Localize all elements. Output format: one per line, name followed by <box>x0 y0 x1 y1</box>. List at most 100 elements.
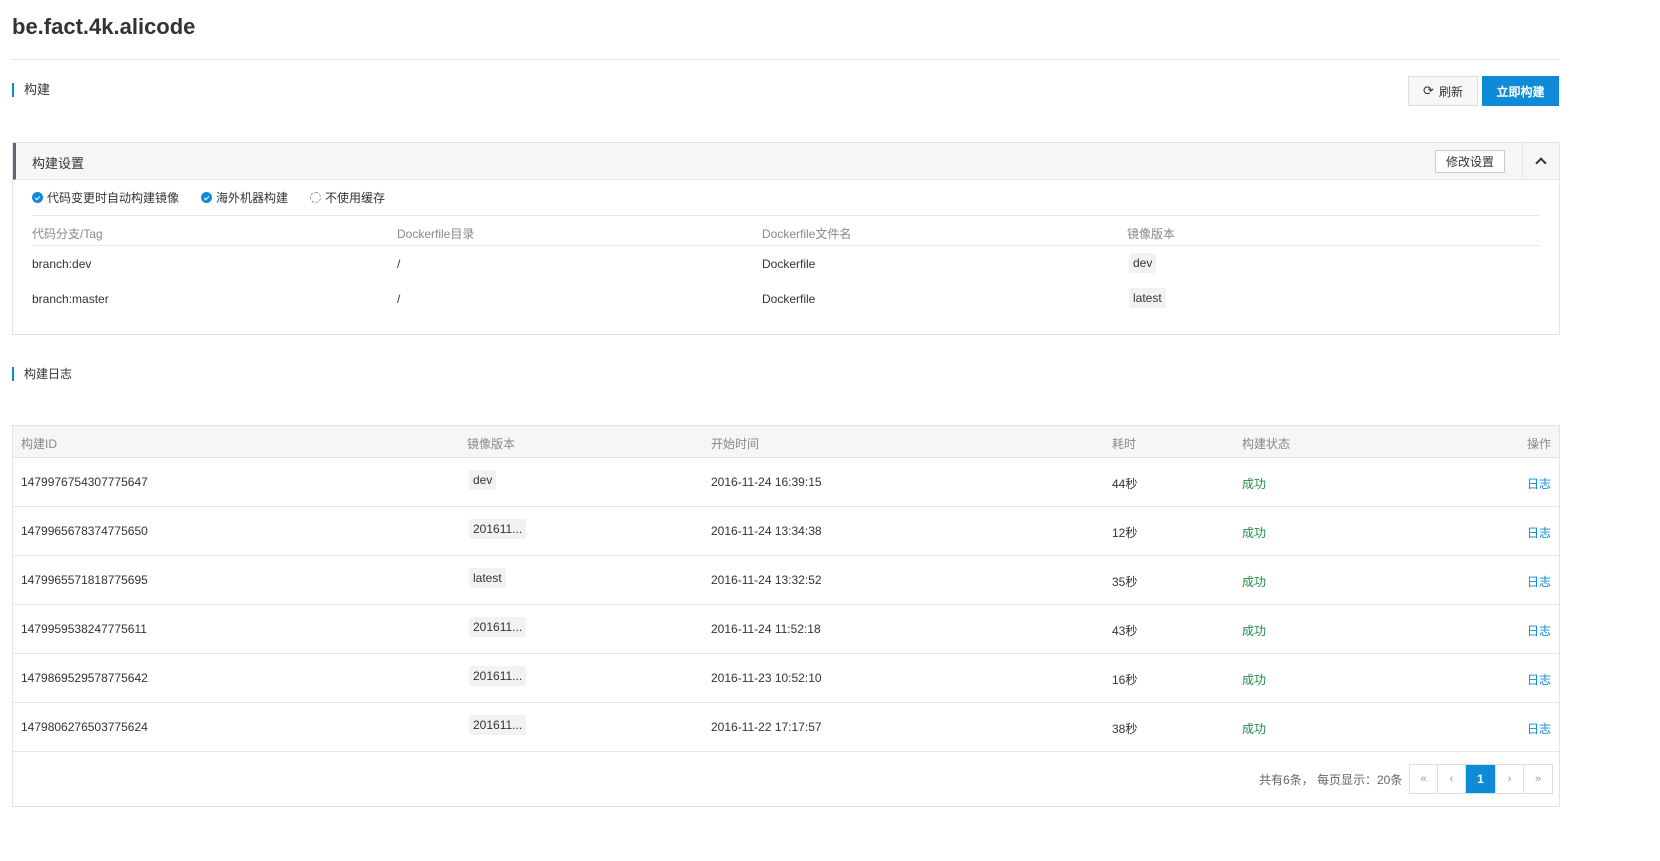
log-link[interactable]: 日志 <box>1527 671 1551 688</box>
build-id: 1479959538247775611 <box>21 622 147 636</box>
version-tag: dev <box>469 470 497 490</box>
build-id: 1479806276503775624 <box>21 720 148 734</box>
log-section-heading: 构建日志 <box>12 367 72 381</box>
first-page-button[interactable]: « <box>1410 765 1438 793</box>
table-row: 1479806276503775624 201611... 2016-11-22… <box>13 703 1559 752</box>
rule-version: latest <box>1129 288 1166 308</box>
table-row: 1479965571818775695 latest 2016-11-24 13… <box>13 556 1559 605</box>
log-link[interactable]: 日志 <box>1527 573 1551 590</box>
version-tag: dev <box>1129 253 1157 273</box>
table-row: 1479965678374775650 201611... 2016-11-24… <box>13 507 1559 556</box>
refresh-icon: ⟳ <box>1423 83 1434 98</box>
version-tag: 201611... <box>469 519 527 539</box>
page-title: be.fact.4k.alicode <box>12 14 196 39</box>
version-cell: latest <box>469 568 506 588</box>
checkbox-checked-icon <box>32 192 43 203</box>
build-id: 1479965571818775695 <box>21 573 148 587</box>
version-tag: latest <box>469 568 506 588</box>
duration: 43秒 <box>1112 624 1138 638</box>
col-header-version: 镜像版本 <box>467 437 516 451</box>
duration: 16秒 <box>1112 673 1138 687</box>
rule-file: Dockerfile <box>762 257 816 271</box>
build-id: 1479976754307775647 <box>21 475 148 489</box>
refresh-label: 刷新 <box>1438 84 1463 99</box>
edit-settings-button[interactable]: 修改设置 <box>1435 150 1505 173</box>
status-badge: 成功 <box>1242 477 1267 491</box>
settings-title: 构建设置 <box>32 156 85 171</box>
start-time: 2016-11-24 11:52:18 <box>711 622 821 636</box>
status-badge: 成功 <box>1242 624 1267 638</box>
option-label: 海外机器构建 <box>216 191 289 205</box>
table-row: 1479959538247775611 201611... 2016-11-24… <box>13 605 1559 654</box>
build-section-heading: 构建 <box>12 83 50 97</box>
start-time: 2016-11-24 13:34:38 <box>711 524 822 538</box>
rule-dir: / <box>397 292 401 306</box>
start-time: 2016-11-22 17:17:57 <box>711 720 822 734</box>
table-header: 构建ID 镜像版本 开始时间 耗时 构建状态 操作 <box>13 426 1559 458</box>
checkbox-unchecked-icon <box>310 192 322 203</box>
build-settings-panel: 构建设置 修改设置 代码变更时自动构建镜像 海外机器构建 不使用缓存 代码分支/… <box>12 142 1560 335</box>
table-row: 1479976754307775647 dev 2016-11-24 16:39… <box>13 458 1559 507</box>
col-header-duration: 耗时 <box>1112 437 1137 451</box>
collapse-button[interactable] <box>1522 143 1559 179</box>
duration: 12秒 <box>1112 526 1138 540</box>
rule-branch: branch:master <box>32 292 109 306</box>
col-header-file: Dockerfile文件名 <box>762 227 852 241</box>
rule-branch: branch:dev <box>32 257 92 271</box>
last-page-button[interactable]: » <box>1524 765 1552 793</box>
divider <box>32 215 1540 216</box>
col-header-status: 构建状态 <box>1242 437 1291 451</box>
option-auto-build[interactable]: 代码变更时自动构建镜像 <box>32 189 179 206</box>
status-badge: 成功 <box>1242 722 1267 736</box>
option-no-cache[interactable]: 不使用缓存 <box>310 189 385 206</box>
status-badge: 成功 <box>1242 575 1267 589</box>
version-tag: 201611... <box>469 617 527 637</box>
col-header-start: 开始时间 <box>711 437 760 451</box>
start-time: 2016-11-23 10:52:10 <box>711 671 822 685</box>
build-id: 1479869529578775642 <box>21 671 148 685</box>
start-time: 2016-11-24 16:39:15 <box>711 475 822 489</box>
start-time: 2016-11-24 13:32:52 <box>711 573 822 587</box>
pagination: « ‹ 1 › » <box>1409 764 1553 794</box>
version-tag: 201611... <box>469 715 527 735</box>
build-now-button[interactable]: 立即构建 <box>1482 76 1559 106</box>
option-label: 代码变更时自动构建镜像 <box>47 191 180 205</box>
log-link[interactable]: 日志 <box>1527 720 1551 737</box>
version-cell: dev <box>469 470 497 490</box>
duration: 35秒 <box>1112 575 1138 589</box>
col-header-branch: 代码分支/Tag <box>32 227 103 241</box>
prev-page-button[interactable]: ‹ <box>1438 765 1466 793</box>
duration: 44秒 <box>1112 477 1138 491</box>
next-page-button[interactable]: › <box>1496 765 1524 793</box>
version-cell: 201611... <box>469 715 527 735</box>
checkbox-checked-icon <box>201 192 213 203</box>
version-cell: 201611... <box>469 519 527 539</box>
settings-options: 代码变更时自动构建镜像 海外机器构建 不使用缓存 <box>32 189 407 206</box>
status-badge: 成功 <box>1242 673 1267 687</box>
option-overseas-build[interactable]: 海外机器构建 <box>201 189 288 206</box>
option-label: 不使用缓存 <box>325 191 386 205</box>
build-log-table: 构建ID 镜像版本 开始时间 耗时 构建状态 操作 14799767543077… <box>12 425 1560 807</box>
version-cell: 201611... <box>469 617 527 637</box>
log-link[interactable]: 日志 <box>1527 475 1551 492</box>
log-link[interactable]: 日志 <box>1527 524 1551 541</box>
page-button-current[interactable]: 1 <box>1466 765 1496 793</box>
status-badge: 成功 <box>1242 526 1267 540</box>
rule-version: dev <box>1129 253 1157 273</box>
rule-dir: / <box>397 257 401 271</box>
col-header-version: 镜像版本 <box>1127 227 1176 241</box>
col-header-id: 构建ID <box>21 437 58 451</box>
duration: 38秒 <box>1112 722 1138 736</box>
rule-file: Dockerfile <box>762 292 816 306</box>
version-cell: 201611... <box>469 666 527 686</box>
refresh-button[interactable]: ⟳ 刷新 <box>1408 76 1478 106</box>
version-tag: 201611... <box>469 666 527 686</box>
col-header-action: 操作 <box>1526 437 1551 451</box>
version-tag: latest <box>1129 288 1166 308</box>
log-link[interactable]: 日志 <box>1527 622 1551 639</box>
chevron-up-icon <box>1535 157 1547 169</box>
col-header-dir: Dockerfile目录 <box>397 227 475 241</box>
table-row: 1479869529578775642 201611... 2016-11-23… <box>13 654 1559 703</box>
build-id: 1479965678374775650 <box>21 524 148 538</box>
title-divider <box>12 59 1560 60</box>
